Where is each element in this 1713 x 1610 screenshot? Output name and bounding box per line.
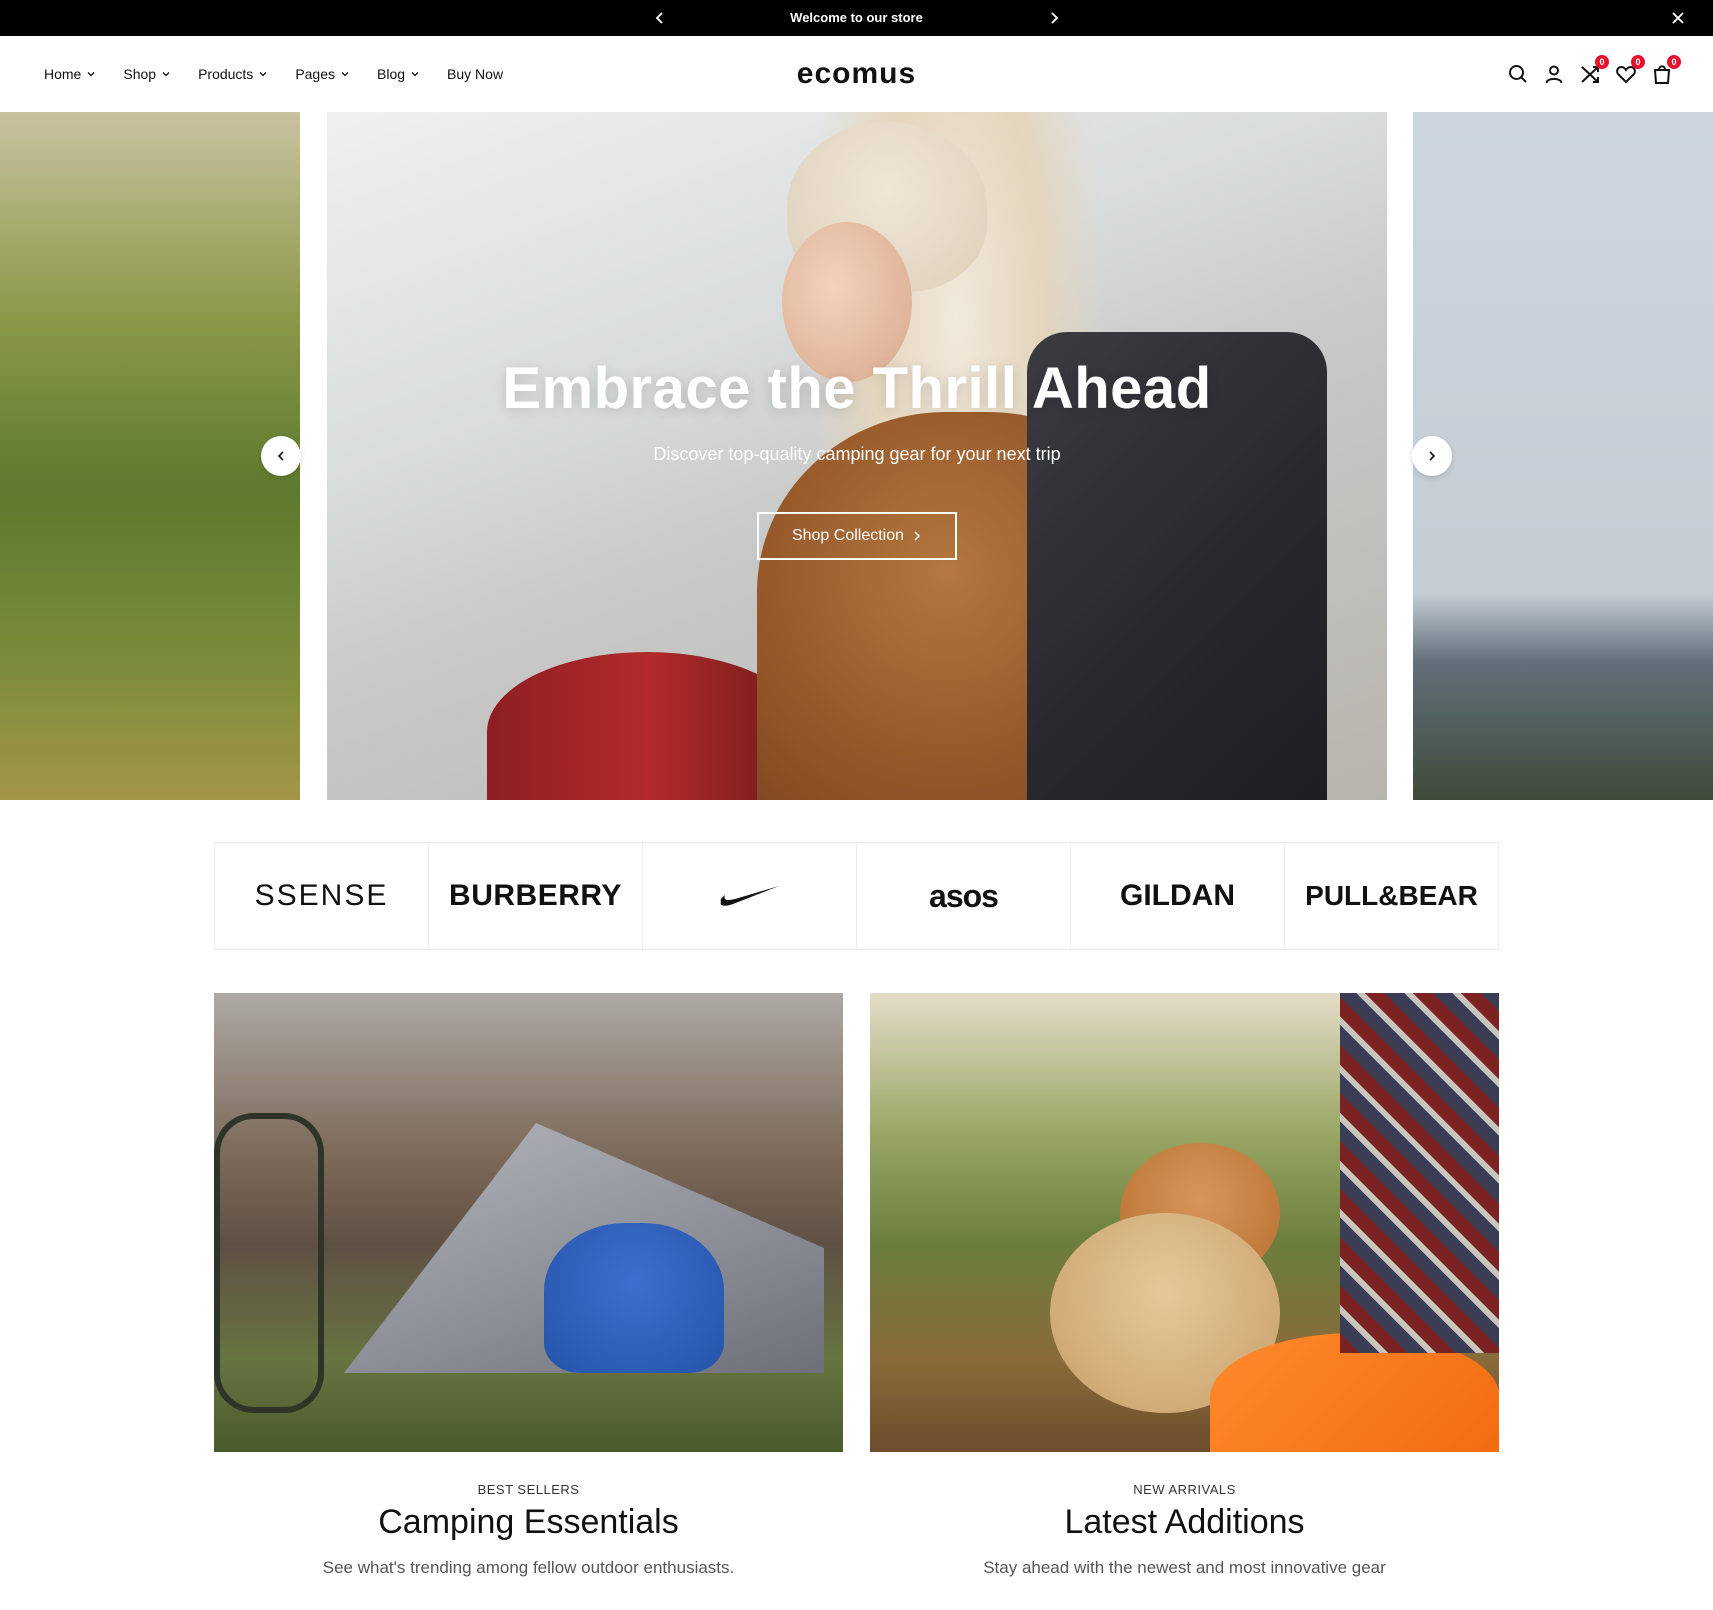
brand-logo-pull-and-bear: PULL&BEAR bbox=[1305, 880, 1478, 911]
brand-asos[interactable]: asos bbox=[857, 843, 1071, 949]
shop-collection-label: Shop Collection bbox=[791, 527, 905, 544]
image-flannel-shape bbox=[1340, 993, 1499, 1353]
cart-button[interactable]: 0 bbox=[1651, 55, 1681, 85]
brand-burberry[interactable]: BURBERRY bbox=[429, 843, 643, 949]
brand-nike[interactable] bbox=[643, 843, 857, 949]
collection-card-new-arrivals: NEW ARRIVALS Latest Additions Stay ahead… bbox=[870, 993, 1499, 1578]
nav-label: Home bbox=[44, 66, 82, 82]
announcement-close-button[interactable] bbox=[1669, 9, 1687, 27]
collection-image-latest[interactable] bbox=[870, 993, 1499, 1452]
main-nav: Home Shop Products Pages Blog Buy Now bbox=[44, 36, 529, 112]
slider-next-button[interactable] bbox=[1412, 436, 1452, 476]
nav-label: Products bbox=[198, 66, 254, 82]
nav-label: Buy Now bbox=[447, 66, 504, 82]
chevron-down-icon bbox=[87, 72, 95, 77]
close-icon bbox=[1672, 12, 1684, 24]
slider-prev-button[interactable] bbox=[261, 436, 301, 476]
hero-slider: Embrace the Thrill Ahead Discover top-qu… bbox=[0, 112, 1713, 800]
chevron-right-icon bbox=[1051, 12, 1059, 24]
collection-card-best-sellers: BEST SELLERS Camping Essentials See what… bbox=[214, 993, 843, 1578]
chevron-left-icon bbox=[277, 451, 284, 461]
brand-logo-ssense: SSENSE bbox=[254, 879, 389, 912]
collection-title[interactable]: Latest Additions bbox=[870, 1503, 1499, 1542]
brand-logo-asos: asos bbox=[929, 877, 999, 914]
nav-label: Blog bbox=[377, 66, 406, 82]
collection-text: NEW ARRIVALS Latest Additions Stay ahead… bbox=[870, 1482, 1499, 1578]
hero-subtitle: Discover top-quality camping gear for yo… bbox=[653, 444, 1061, 464]
wishlist-count-badge: 0 bbox=[1631, 55, 1645, 69]
site-logo[interactable]: ecomus bbox=[797, 57, 916, 90]
collection-title[interactable]: Camping Essentials bbox=[214, 1503, 843, 1542]
chevron-right-icon bbox=[914, 531, 921, 541]
collection-description: Stay ahead with the newest and most inno… bbox=[983, 1558, 1386, 1577]
nav-item-blog[interactable]: Blog bbox=[377, 66, 421, 82]
account-button[interactable] bbox=[1543, 63, 1565, 85]
header-actions: 0 0 0 bbox=[1507, 36, 1681, 112]
slide-previous[interactable] bbox=[0, 112, 300, 800]
image-bike-shape bbox=[214, 1113, 324, 1413]
announcement-bar: Welcome to our store bbox=[0, 0, 1713, 36]
brand-logo-burberry: BURBERRY bbox=[449, 879, 622, 912]
search-icon bbox=[1509, 65, 1527, 83]
slide-next[interactable] bbox=[1413, 112, 1713, 800]
brand-pull-and-bear[interactable]: PULL&BEAR bbox=[1285, 843, 1498, 949]
nike-swoosh-icon bbox=[720, 886, 779, 906]
chevron-down-icon bbox=[341, 72, 349, 77]
chevron-down-icon bbox=[162, 72, 170, 77]
chevron-down-icon bbox=[259, 72, 267, 77]
nav-label: Shop bbox=[123, 66, 157, 82]
brand-logo-gildan: GILDAN bbox=[1120, 879, 1235, 912]
nav-item-pages[interactable]: Pages bbox=[295, 66, 351, 82]
nav-item-buy-now[interactable]: Buy Now bbox=[447, 66, 503, 82]
brand-ssense[interactable]: SSENSE bbox=[215, 843, 429, 949]
user-icon bbox=[1545, 65, 1563, 84]
compare-button[interactable]: 0 bbox=[1579, 55, 1609, 85]
collection-image-camping[interactable] bbox=[214, 993, 843, 1452]
brand-gildan[interactable]: GILDAN bbox=[1071, 843, 1285, 949]
search-button[interactable] bbox=[1507, 63, 1529, 85]
nav-item-home[interactable]: Home bbox=[44, 66, 97, 82]
image-person-shape bbox=[544, 1223, 724, 1373]
chevron-right-icon bbox=[1429, 451, 1436, 461]
nav-label: Pages bbox=[295, 66, 336, 82]
cart-count-badge: 0 bbox=[1667, 55, 1681, 69]
collection-eyebrow: BEST SELLERS bbox=[477, 1482, 580, 1497]
collection-eyebrow: NEW ARRIVALS bbox=[1133, 1482, 1236, 1497]
site-header: Home Shop Products Pages Blog Buy Now ec… bbox=[0, 36, 1713, 112]
wishlist-button[interactable]: 0 bbox=[1615, 55, 1645, 85]
nav-item-products[interactable]: Products bbox=[198, 66, 269, 82]
chevron-down-icon bbox=[411, 72, 419, 77]
compare-count-badge: 0 bbox=[1595, 55, 1609, 69]
shop-collection-button[interactable]: Shop Collection bbox=[757, 512, 957, 560]
nav-item-shop[interactable]: Shop bbox=[123, 66, 172, 82]
hero-title: Embrace the Thrill Ahead bbox=[502, 356, 1212, 421]
announcement-next-button[interactable] bbox=[1042, 0, 1066, 36]
collection-description: See what's trending among fellow outdoor… bbox=[322, 1558, 735, 1577]
brand-strip: SSENSE BURBERRY asos GILDAN PULL&BEAR bbox=[214, 842, 1499, 950]
slide-active: Embrace the Thrill Ahead Discover top-qu… bbox=[327, 112, 1387, 800]
collection-text: BEST SELLERS Camping Essentials See what… bbox=[214, 1482, 843, 1578]
announcement-message: Welcome to our store bbox=[790, 10, 923, 25]
